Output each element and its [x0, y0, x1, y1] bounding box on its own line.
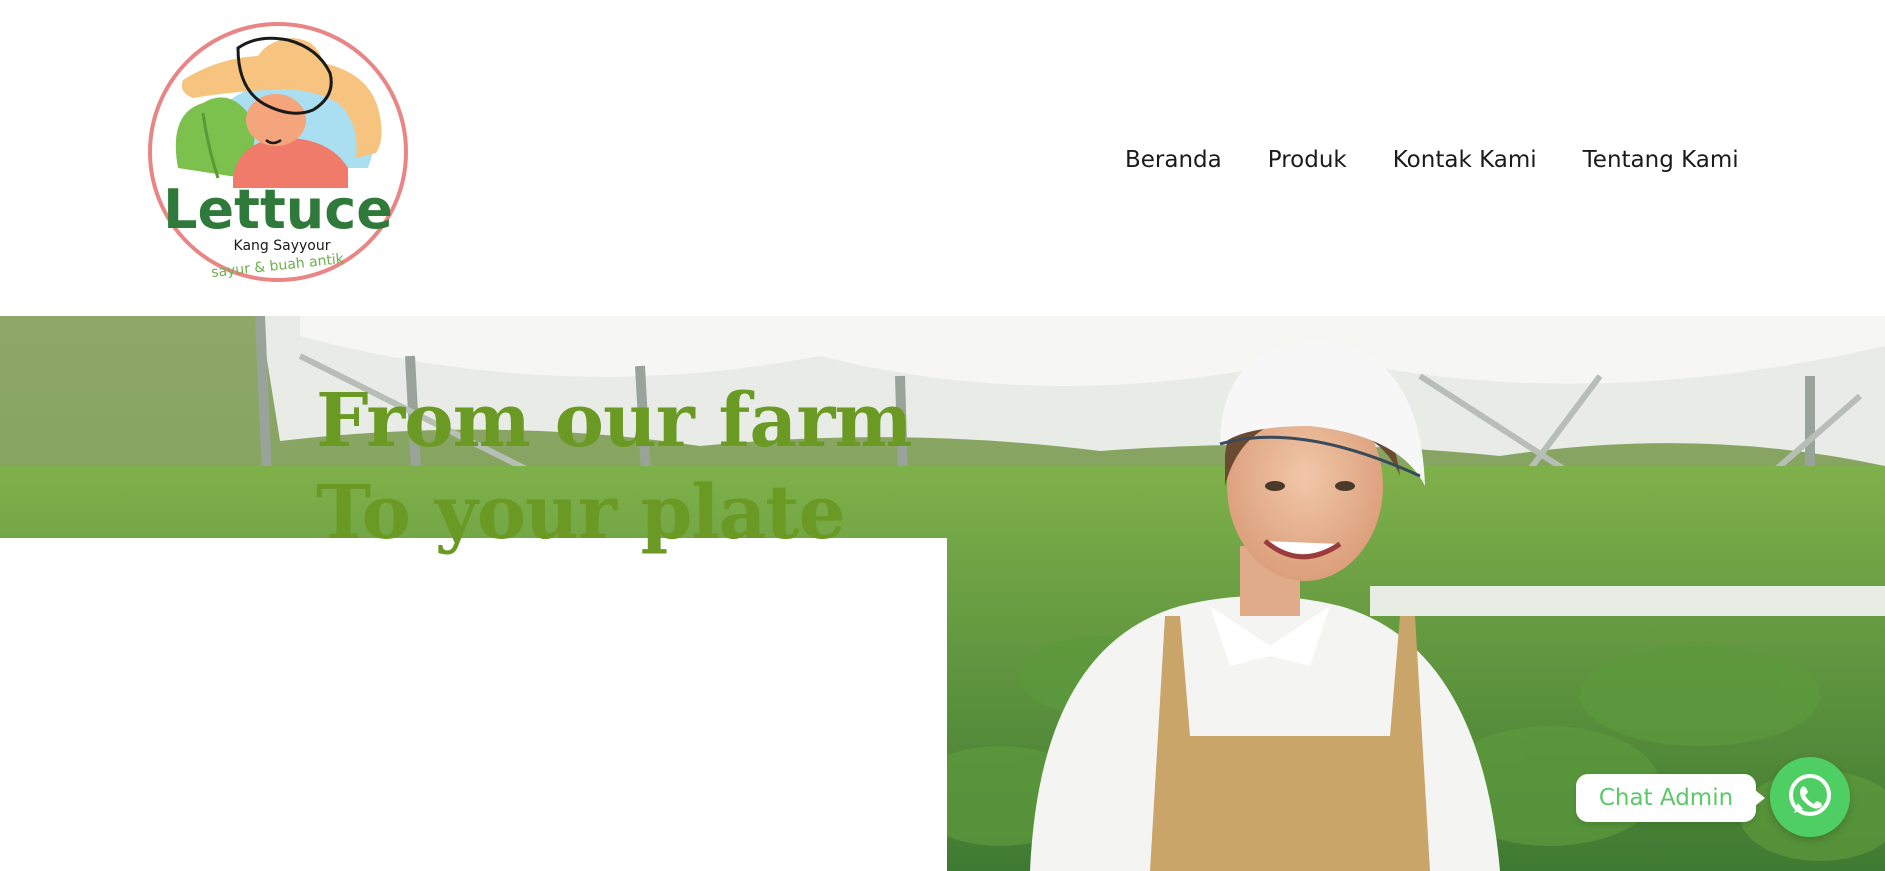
hero-title-line-1: From our farm: [316, 378, 913, 464]
hero-title: From our farm To your plate: [316, 375, 913, 559]
whatsapp-button[interactable]: [1770, 757, 1850, 837]
main-nav: Beranda Produk Kontak Kami Tentang Kami: [1125, 142, 1739, 178]
site-header: Lettuce Kang Sayyour sayur & buah antik …: [0, 0, 1885, 316]
whatsapp-icon: [1789, 774, 1831, 816]
hero-card: [0, 538, 947, 871]
nav-item-produk[interactable]: Produk: [1268, 147, 1347, 173]
nav-item-kontak-kami[interactable]: Kontak Kami: [1393, 147, 1537, 173]
chat-admin-button[interactable]: Chat Admin: [1576, 774, 1765, 822]
brand-logo[interactable]: Lettuce Kang Sayyour sayur & buah antik: [148, 18, 408, 286]
nav-item-tentang-kami[interactable]: Tentang Kami: [1583, 147, 1739, 173]
svg-text:Lettuce: Lettuce: [163, 178, 393, 241]
hero-title-line-2: To your plate: [316, 470, 846, 556]
svg-text:Kang Sayyour: Kang Sayyour: [234, 238, 331, 254]
nav-item-beranda[interactable]: Beranda: [1125, 147, 1222, 173]
